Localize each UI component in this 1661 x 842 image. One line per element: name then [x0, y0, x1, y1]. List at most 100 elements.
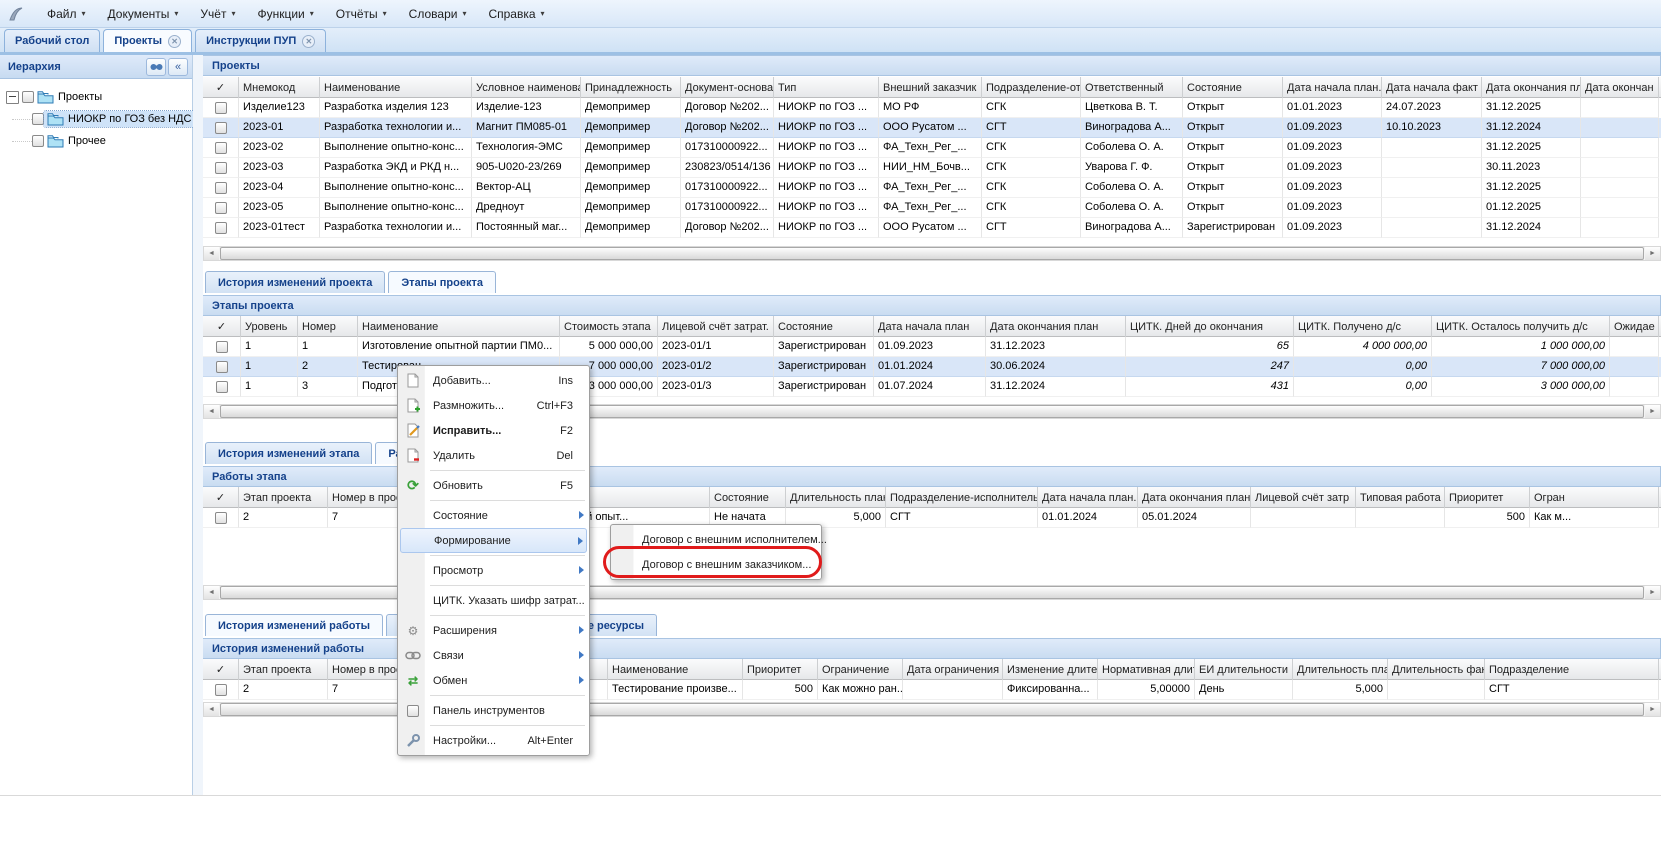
- column-header[interactable]: Тип: [774, 77, 879, 98]
- checkbox[interactable]: [216, 381, 228, 393]
- menu-item[interactable]: Файл▾: [36, 4, 97, 24]
- column-header[interactable]: Стоимость этапа: [560, 316, 658, 337]
- context-menu-item[interactable]: Настройки...Alt+Enter: [400, 728, 587, 753]
- select-all-column-header[interactable]: ✓: [203, 316, 241, 337]
- table-row[interactable]: 2023-01тестРазработка технологии и...Пос…: [203, 218, 1661, 238]
- menu-item[interactable]: Документы▾: [97, 4, 190, 24]
- submenu-item[interactable]: Договор с внешним заказчиком...: [613, 552, 819, 577]
- column-header[interactable]: Подразделение-исполнитель.: [886, 487, 1038, 508]
- select-all-column-header[interactable]: ✓: [203, 77, 239, 98]
- checkbox[interactable]: [216, 341, 228, 353]
- checkbox[interactable]: [215, 162, 227, 174]
- checkbox[interactable]: [32, 113, 44, 125]
- column-header[interactable]: Уровень: [241, 316, 298, 337]
- column-header[interactable]: Лицевой счёт затрат.: [658, 316, 774, 337]
- column-header[interactable]: ЦИТК. Дней до окончания: [1126, 316, 1294, 337]
- context-menu-item[interactable]: Состояние: [400, 503, 587, 528]
- column-header[interactable]: Приоритет: [1445, 487, 1530, 508]
- checkbox[interactable]: [32, 135, 44, 147]
- column-header[interactable]: Дата окончан: [1581, 77, 1659, 98]
- sidebar-splitter[interactable]: [193, 55, 203, 795]
- checkbox[interactable]: [215, 222, 227, 234]
- context-menu-item[interactable]: УдалитьDel: [400, 443, 587, 468]
- column-header[interactable]: Состояние: [710, 487, 786, 508]
- submenu-item[interactable]: Договор с внешним исполнителем...: [613, 527, 819, 552]
- column-header[interactable]: Длительность фак: [1388, 659, 1485, 680]
- table-row[interactable]: 2023-03Разработка ЭКД и РКД н...905-U020…: [203, 158, 1661, 178]
- column-header[interactable]: Номер: [298, 316, 358, 337]
- column-header[interactable]: Дата начала план.: [1283, 77, 1382, 98]
- checkbox[interactable]: [215, 122, 227, 134]
- checkbox[interactable]: [215, 512, 227, 524]
- menu-item[interactable]: Учёт▾: [189, 4, 246, 24]
- column-header[interactable]: Дата ограничения: [903, 659, 1003, 680]
- column-header[interactable]: ЦИТК. Получено д/с: [1294, 316, 1432, 337]
- scrollbar-left-arrow-icon[interactable]: ◄: [204, 586, 219, 599]
- column-header[interactable]: Нормативная длит: [1098, 659, 1195, 680]
- column-header[interactable]: Дата начала план.: [1038, 487, 1138, 508]
- checkbox[interactable]: [215, 142, 227, 154]
- checkbox[interactable]: [216, 361, 228, 373]
- context-menu-item[interactable]: Связи: [400, 643, 587, 668]
- tab-works-0[interactable]: История изменений этапа: [205, 442, 372, 464]
- context-menu-item[interactable]: ⟳ОбновитьF5: [400, 473, 587, 498]
- column-header[interactable]: Огран: [1530, 487, 1659, 508]
- column-header[interactable]: Изменение длител: [1003, 659, 1098, 680]
- column-header[interactable]: Типовая работа: [1356, 487, 1445, 508]
- select-all-column-header[interactable]: ✓: [203, 487, 239, 508]
- column-header[interactable]: Принадлежность: [581, 77, 681, 98]
- context-menu-item[interactable]: Исправить...F2: [400, 418, 587, 443]
- context-menu-item[interactable]: Панель инструментов: [400, 698, 587, 723]
- h-scrollbar-projects[interactable]: ◄►: [203, 246, 1661, 261]
- binoculars-icon[interactable]: [146, 58, 166, 76]
- context-menu-item[interactable]: Размножить...Ctrl+F3: [400, 393, 587, 418]
- context-menu-item[interactable]: ⇄Обмен: [400, 668, 587, 693]
- scrollbar-right-arrow-icon[interactable]: ►: [1645, 405, 1660, 418]
- column-header[interactable]: Этап проекта: [239, 659, 328, 680]
- scrollbar-right-arrow-icon[interactable]: ►: [1645, 586, 1660, 599]
- tree-item[interactable]: Прочее: [0, 130, 192, 152]
- menu-item[interactable]: Отчёты▾: [325, 4, 398, 24]
- column-header[interactable]: Документ-основан: [681, 77, 774, 98]
- tab-stages-1[interactable]: Этапы проекта: [388, 271, 496, 293]
- column-header[interactable]: Состояние: [774, 316, 874, 337]
- table-row[interactable]: 11Изготовление опытной партии ПМ0...5 00…: [203, 337, 1661, 357]
- checkbox[interactable]: [22, 91, 34, 103]
- column-header[interactable]: ЕИ длительности: [1195, 659, 1293, 680]
- select-all-column-header[interactable]: ✓: [203, 659, 239, 680]
- column-header[interactable]: Дата начала факт: [1382, 77, 1482, 98]
- tab-history-0[interactable]: История изменений работы: [205, 614, 383, 636]
- scrollbar-left-arrow-icon[interactable]: ◄: [204, 405, 219, 418]
- column-header[interactable]: Лицевой счёт затр: [1251, 487, 1356, 508]
- close-icon[interactable]: ✕: [302, 35, 315, 48]
- column-header[interactable]: Дата окончания план: [986, 316, 1126, 337]
- table-row[interactable]: 2023-01Разработка технологии и...Магнит …: [203, 118, 1661, 138]
- context-menu-item[interactable]: ЦИТК. Указать шифр затрат...: [400, 588, 587, 613]
- column-header[interactable]: ЦИТК. Осталось получить д/с: [1432, 316, 1610, 337]
- window-tab[interactable]: Инструкции ПУП✕: [195, 29, 326, 52]
- scrollbar-right-arrow-icon[interactable]: ►: [1645, 703, 1660, 716]
- column-header[interactable]: Приоритет: [743, 659, 818, 680]
- column-header[interactable]: Дата окончания план: [1138, 487, 1251, 508]
- table-row[interactable]: Изделие123Разработка изделия 123Изделие-…: [203, 98, 1661, 118]
- window-tab[interactable]: Проекты✕: [103, 29, 192, 52]
- column-header[interactable]: Состояние: [1183, 77, 1283, 98]
- context-menu-item[interactable]: Просмотр: [400, 558, 587, 583]
- menu-item[interactable]: Функции▾: [246, 4, 324, 24]
- checkbox[interactable]: [215, 102, 227, 114]
- table-row[interactable]: 2023-04Выполнение опытно-конс...Вектор-А…: [203, 178, 1661, 198]
- column-header[interactable]: Подразделение: [1485, 659, 1659, 680]
- column-header[interactable]: Мнемокод: [239, 77, 320, 98]
- column-header[interactable]: Наименование: [320, 77, 472, 98]
- close-icon[interactable]: ✕: [168, 35, 181, 48]
- tree-item[interactable]: Проекты: [0, 86, 192, 108]
- column-header[interactable]: Дата начала план: [874, 316, 986, 337]
- scrollbar-left-arrow-icon[interactable]: ◄: [204, 703, 219, 716]
- context-menu-item[interactable]: Добавить...Ins: [400, 368, 587, 393]
- expand-toggle[interactable]: [6, 91, 19, 104]
- column-header[interactable]: Ограничение: [818, 659, 903, 680]
- column-header[interactable]: Ожидае: [1610, 316, 1659, 337]
- tree-item[interactable]: НИОКР по ГОЗ без НДС: [0, 108, 192, 130]
- tab-stages-0[interactable]: История изменений проекта: [205, 271, 385, 293]
- menu-item[interactable]: Справка▾: [477, 4, 555, 24]
